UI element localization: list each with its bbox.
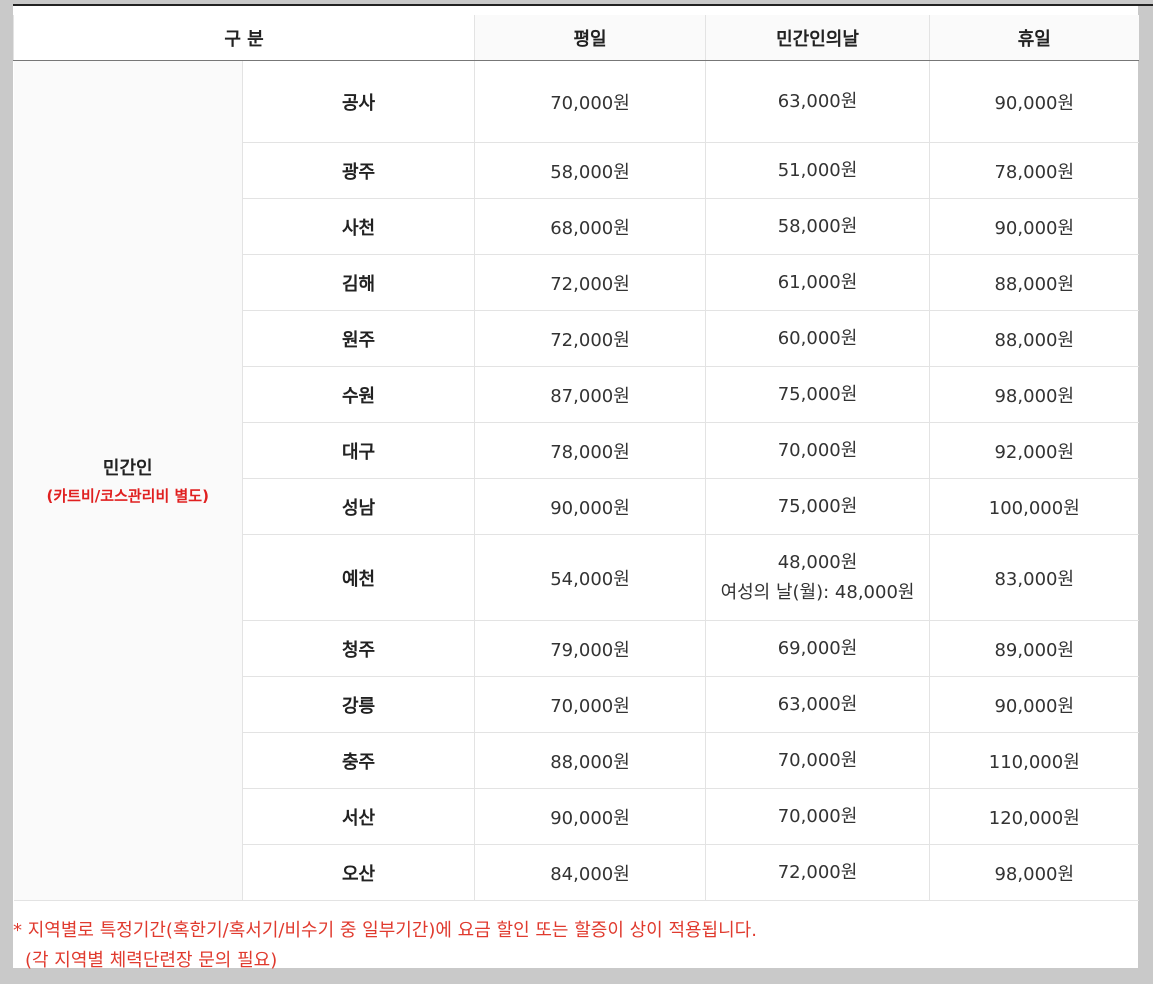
civilian-day-price: 75,000원	[777, 495, 858, 517]
group-subtitle: (카트비/코스관리비 별도)	[46, 486, 209, 505]
holiday-price-cell: 90,000원	[929, 60, 1139, 143]
region-cell: 강릉	[241, 676, 476, 733]
civilian-day-price-cell: 61,000원	[705, 254, 931, 311]
holiday-price-cell: 98,000원	[929, 844, 1139, 901]
civilian-day-price-cell: 51,000원	[705, 142, 931, 199]
civilian-day-price: 75,000원	[777, 383, 858, 405]
weekday-price-cell: 54,000원	[474, 534, 707, 621]
civilian-day-price-cell: 63,000원	[705, 676, 931, 733]
region-cell: 원주	[241, 310, 476, 367]
table-row: 민간인 (카트비/코스관리비 별도) 공사 70,000원 63,000원 90,000원	[13, 60, 1139, 901]
region-cell: 성남	[241, 478, 476, 535]
region-cell: 예천	[241, 534, 476, 621]
civilian-day-price-cell: 72,000원	[705, 844, 931, 901]
weekday-price-cell: 72,000원	[474, 310, 707, 367]
region-cell: 공사	[241, 60, 476, 143]
holiday-price-cell: 100,000원	[929, 478, 1139, 535]
note-text-2: (각 지역별 체력단련장 문의 필요)	[25, 950, 278, 971]
holiday-price-cell: 78,000원	[929, 142, 1139, 199]
weekday-price-cell: 88,000원	[474, 732, 707, 789]
weekday-price-cell: 90,000원	[474, 478, 707, 535]
holiday-price-cell: 88,000원	[929, 254, 1139, 311]
header-weekday: 평일	[474, 15, 707, 61]
civilian-day-price: 70,000원	[777, 749, 858, 771]
civilian-day-price-cell: 69,000원	[705, 620, 931, 677]
region-cell: 광주	[241, 142, 476, 199]
weekday-price-cell: 90,000원	[474, 788, 707, 845]
holiday-price-cell: 92,000원	[929, 422, 1139, 479]
region-cell: 수원	[241, 366, 476, 423]
civilian-day-price: 48,000원	[777, 551, 858, 573]
header-holiday: 휴일	[929, 15, 1139, 61]
note-line-1: * 지역별로 특정기간(혹한기/혹서기/비수기 중 일부기간)에 요금 할인 또…	[13, 916, 1138, 946]
civilian-day-price-cell: 70,000원	[705, 732, 931, 789]
civilian-day-price: 63,000원	[777, 693, 858, 715]
region-cell: 오산	[241, 844, 476, 901]
civilian-day-price-cell: 58,000원	[705, 198, 931, 255]
region-cell: 김해	[241, 254, 476, 311]
civilian-day-price: 63,000원	[777, 90, 858, 112]
weekday-price-cell: 87,000원	[474, 366, 707, 423]
civilian-day-price: 72,000원	[777, 861, 858, 883]
rates-panel: 구 분 평일 민간인의날 휴일 민간인 (카트비/코스관리비 별도) 공사 70,00…	[12, 6, 1139, 971]
civilian-day-price-cell: 48,000원여성의 날(월): 48,000원	[705, 534, 931, 621]
civilian-day-price: 70,000원	[777, 805, 858, 827]
holiday-price-cell: 90,000원	[929, 198, 1139, 255]
civilian-day-price-cell: 75,000원	[705, 478, 931, 535]
group-cell-civilian: 민간인 (카트비/코스관리비 별도)	[13, 60, 243, 901]
womens-day-price: 여성의 날(월): 48,000원	[720, 581, 915, 603]
weekday-price-cell: 70,000원	[474, 676, 707, 733]
table-header-row: 구 분 평일 민간인의날 휴일	[12, 15, 1139, 61]
civilian-day-price: 60,000원	[777, 327, 858, 349]
group-title: 민간인	[102, 457, 153, 479]
header-civilian-day: 민간인의날	[705, 15, 931, 61]
civilian-day-price: 58,000원	[777, 215, 858, 237]
weekday-price-cell: 58,000원	[474, 142, 707, 199]
civilian-day-price: 61,000원	[777, 271, 858, 293]
weekday-price-cell: 78,000원	[474, 422, 707, 479]
weekday-price-cell: 72,000원	[474, 254, 707, 311]
civilian-day-price: 69,000원	[777, 637, 858, 659]
header-category: 구 분	[12, 15, 476, 61]
region-cell: 서산	[241, 788, 476, 845]
weekday-price-cell: 84,000원	[474, 844, 707, 901]
holiday-price-cell: 89,000원	[929, 620, 1139, 677]
civilian-day-price-cell: 60,000원	[705, 310, 931, 367]
weekday-price-cell: 70,000원	[474, 60, 707, 143]
holiday-price-cell: 120,000원	[929, 788, 1139, 845]
region-cell: 청주	[241, 620, 476, 677]
weekday-price-cell: 68,000원	[474, 198, 707, 255]
civilian-day-price-cell: 70,000원	[705, 788, 931, 845]
civilian-day-price-cell: 70,000원	[705, 422, 931, 479]
civilian-day-price-cell: 63,000원	[705, 60, 931, 143]
region-cell: 충주	[241, 732, 476, 789]
holiday-price-cell: 110,000원	[929, 732, 1139, 789]
pricing-note: * 지역별로 특정기간(혹한기/혹서기/비수기 중 일부기간)에 요금 할인 또…	[13, 916, 1138, 976]
note-asterisk: *	[13, 920, 22, 941]
weekday-price-cell: 79,000원	[474, 620, 707, 677]
holiday-price-cell: 88,000원	[929, 310, 1139, 367]
holiday-price-cell: 90,000원	[929, 676, 1139, 733]
holiday-price-cell: 98,000원	[929, 366, 1139, 423]
note-line-2: (각 지역별 체력단련장 문의 필요)	[13, 946, 1138, 976]
note-text-1: 지역별로 특정기간(혹한기/혹서기/비수기 중 일부기간)에 요금 할인 또는 …	[27, 920, 757, 941]
holiday-price-cell: 83,000원	[929, 534, 1139, 621]
green-fee-table: 구 분 평일 민간인의날 휴일 민간인 (카트비/코스관리비 별도) 공사 70,00…	[12, 15, 1139, 901]
civilian-day-price: 51,000원	[777, 159, 858, 181]
region-cell: 사천	[241, 198, 476, 255]
civilian-day-price: 70,000원	[777, 439, 858, 461]
region-cell: 대구	[241, 422, 476, 479]
civilian-day-price-cell: 75,000원	[705, 366, 931, 423]
